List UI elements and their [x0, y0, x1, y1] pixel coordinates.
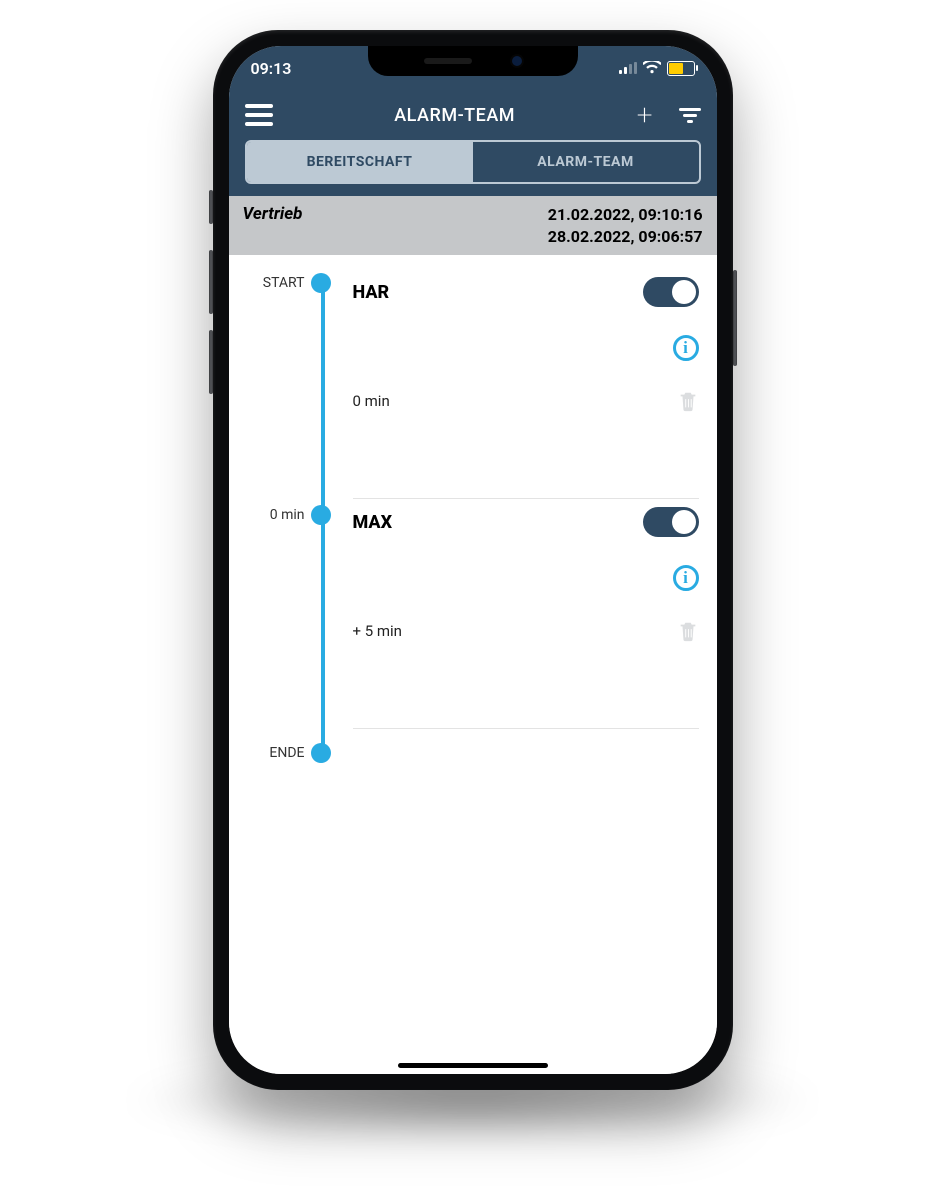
- phone-side-switch: [209, 190, 213, 224]
- cellular-signal-icon: [619, 62, 637, 74]
- group-header: Vertrieb 21.02.2022, 09:10:16 28.02.2022…: [229, 196, 717, 255]
- list-item: MAX i + 5 min: [353, 499, 699, 729]
- group-name: Vertrieb: [243, 204, 303, 224]
- info-icon[interactable]: i: [673, 335, 699, 361]
- add-button[interactable]: +: [637, 101, 653, 129]
- phone-notch: [368, 46, 578, 76]
- menu-button[interactable]: [245, 104, 273, 126]
- trash-icon[interactable]: [677, 389, 699, 413]
- phone-volume-down: [209, 330, 213, 394]
- phone-power-button: [733, 270, 737, 366]
- segmented-control: BEREITSCHAFT ALARM-TEAM: [245, 140, 701, 184]
- list-item: HAR i 0 min: [353, 269, 699, 499]
- group-start-date: 21.02.2022, 09:10:16: [548, 204, 703, 226]
- app-nav-bar: ALARM-TEAM +: [229, 90, 717, 140]
- battery-icon: [667, 61, 695, 76]
- duration-label: 0 min: [353, 392, 390, 410]
- page-title: ALARM-TEAM: [394, 105, 515, 126]
- group-end-date: 28.02.2022, 09:06:57: [548, 226, 703, 248]
- timeline-end-label: ENDE: [269, 745, 304, 761]
- person-name: MAX: [353, 512, 393, 533]
- phone-volume-up: [209, 250, 213, 314]
- status-time: 09:13: [251, 59, 292, 78]
- timeline-mid-dot[interactable]: [311, 505, 331, 525]
- tab-bereitschaft[interactable]: BEREITSCHAFT: [247, 142, 473, 182]
- trash-icon[interactable]: [677, 619, 699, 643]
- duration-label: + 5 min: [353, 622, 402, 640]
- toggle-switch[interactable]: [643, 507, 699, 537]
- timeline-start-dot[interactable]: [311, 273, 331, 293]
- filter-button[interactable]: [679, 108, 701, 123]
- timeline-end-dot[interactable]: [311, 743, 331, 763]
- tab-alarm-team[interactable]: ALARM-TEAM: [473, 142, 699, 182]
- person-name: HAR: [353, 282, 390, 303]
- info-icon[interactable]: i: [673, 565, 699, 591]
- timeline-start-label: START: [263, 275, 305, 291]
- toggle-switch[interactable]: [643, 277, 699, 307]
- wifi-icon: [643, 59, 661, 78]
- timeline-mid-label: 0 min: [270, 507, 305, 523]
- phone-frame: 09:13 ALARM-TEAM +: [213, 30, 733, 1090]
- home-indicator[interactable]: [398, 1063, 548, 1068]
- content-area: START 0 min ENDE HAR: [229, 255, 717, 1074]
